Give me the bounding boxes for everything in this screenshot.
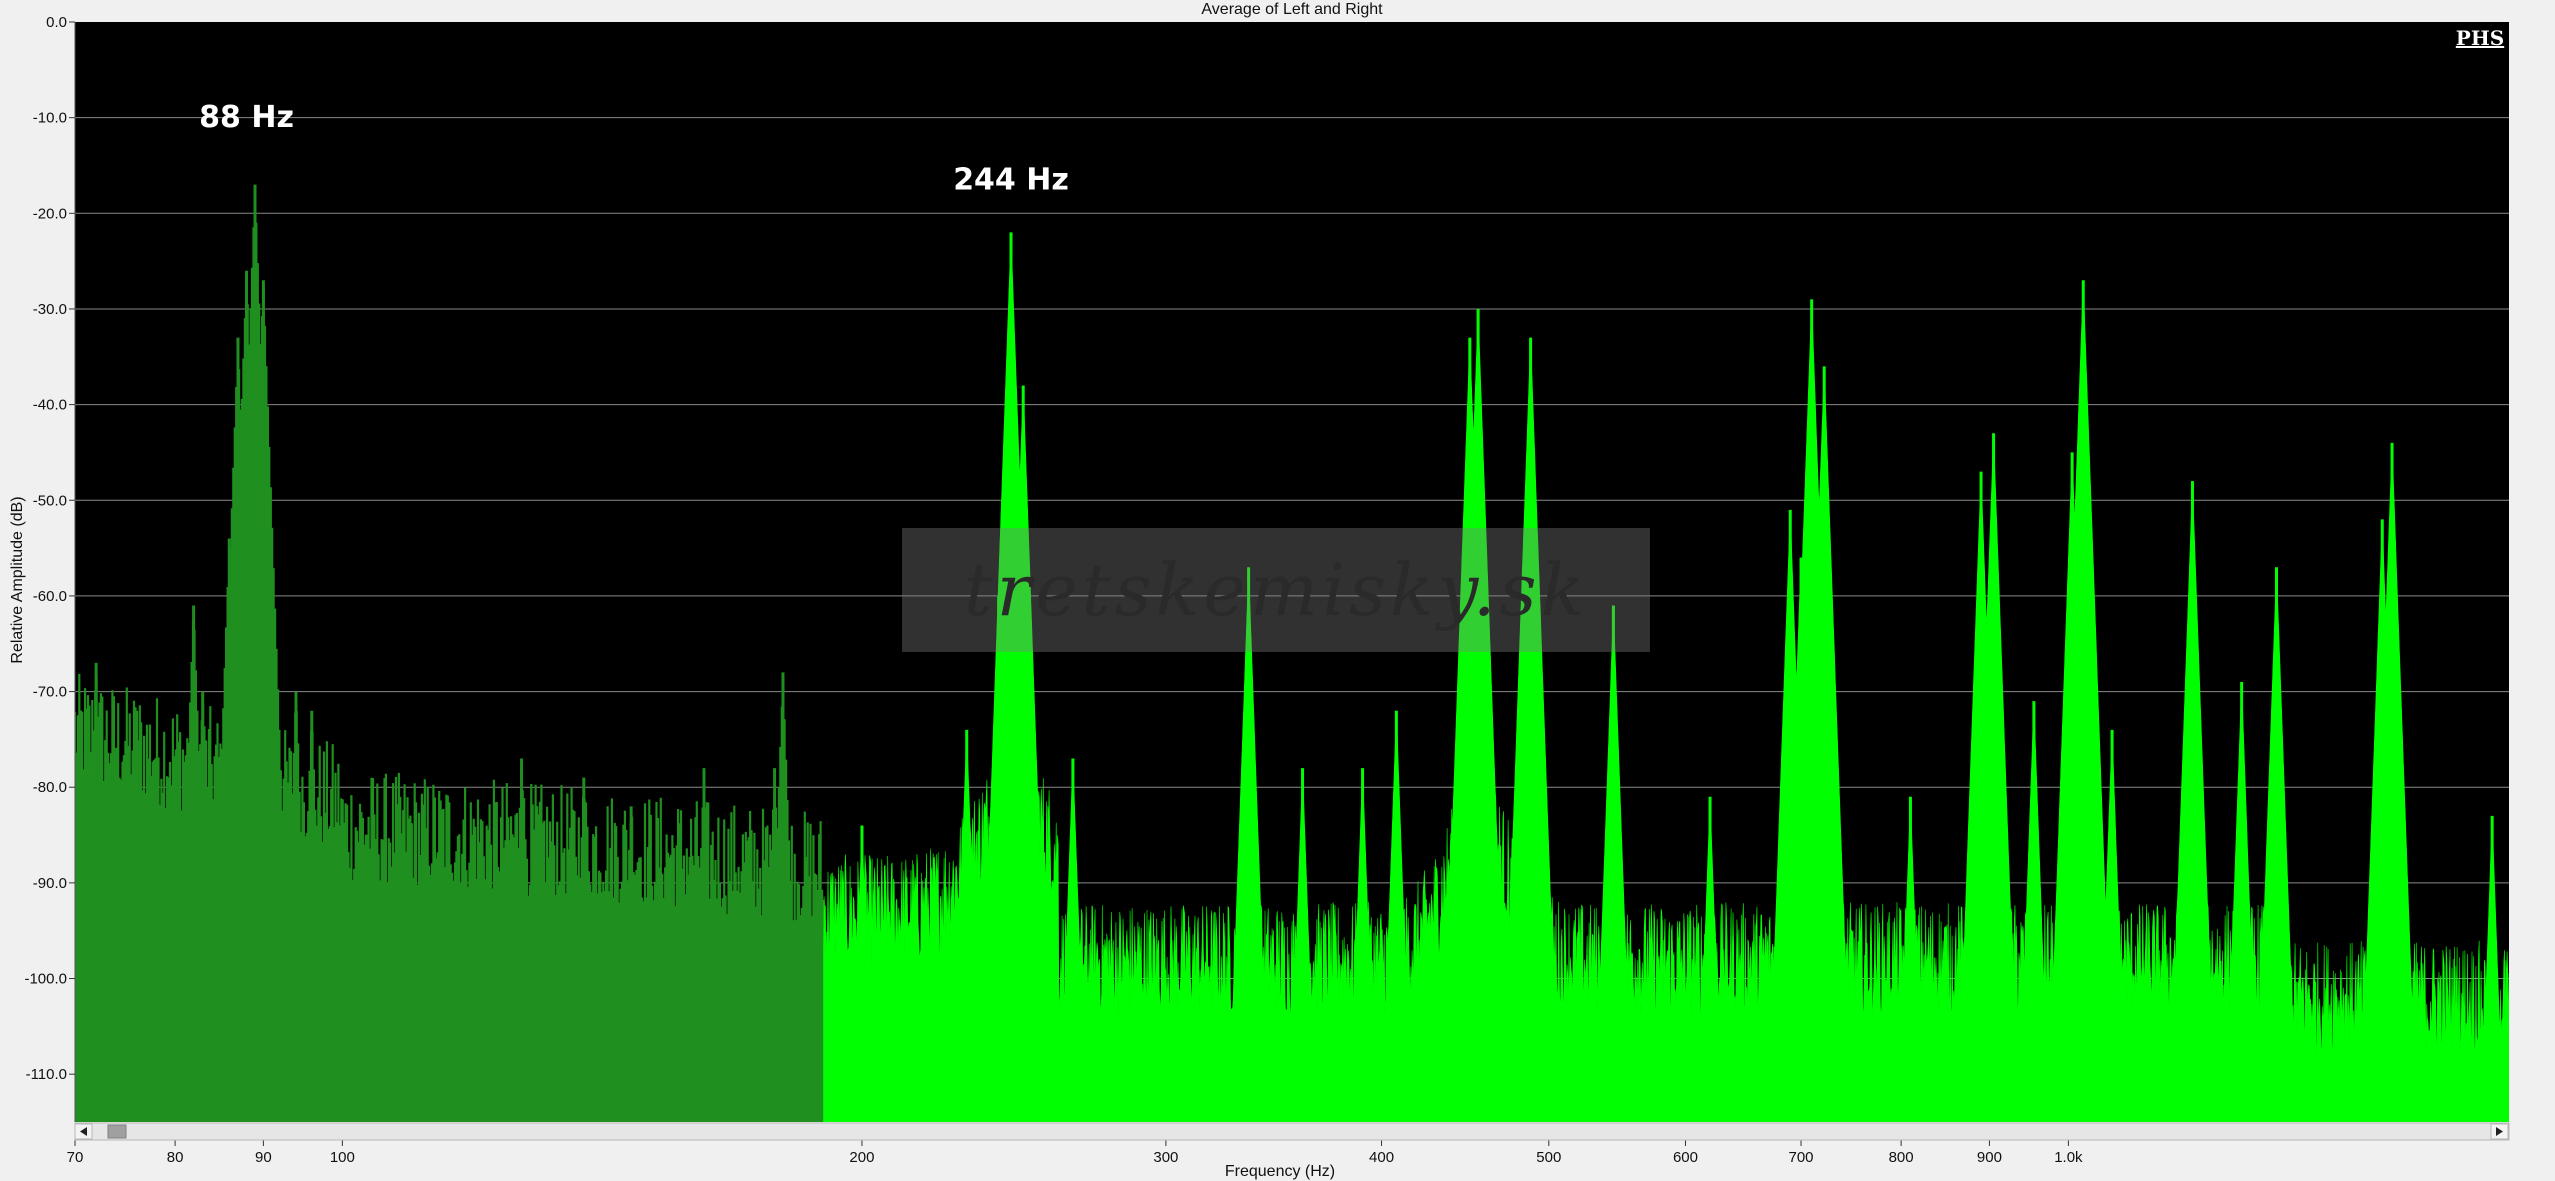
y-axis-title: Relative Amplitude (dB) [9,496,26,663]
horizontal-scrollbar[interactable] [74,1122,2510,1141]
x-tick-label: 1.0k [2054,1149,2083,1166]
y-tick-label: -60.0 [33,588,67,605]
y-tick-label: -20.0 [33,205,67,222]
x-axis-title: Frequency (Hz) [1225,1163,1335,1180]
y-tick-label: -80.0 [33,779,67,796]
y-tick-label: -90.0 [33,875,67,892]
watermark-box: tretskemisky.sk [902,528,1650,652]
x-axis: 70 80 90 100 200 300 400 500 600 700 800 900 1.0k [67,1140,2083,1166]
x-tick-label: 200 [849,1149,874,1166]
y-tick-label: -70.0 [33,684,67,701]
x-tick-label: 70 [67,1149,84,1166]
x-tick-label: 100 [330,1149,355,1166]
y-tick-label: -110.0 [26,1066,67,1083]
x-tick-label: 400 [1369,1149,1394,1166]
x-tick-label: 600 [1673,1149,1698,1166]
x-tick-label: 90 [255,1149,272,1166]
x-tick-label: 900 [1977,1149,2002,1166]
y-tick-label: -10.0 [33,110,67,127]
y-tick-label: -100.0 [24,971,67,988]
scroll-thumb[interactable] [107,1124,127,1139]
y-tick-label: -40.0 [33,397,67,414]
x-tick-label: 700 [1789,1149,1814,1166]
peak-label: 244 Hz [953,162,1069,197]
x-tick-label: 80 [167,1149,184,1166]
y-axis: 0.0 -10.0 -20.0 -30.0 -40.0 -50.0 -60.0 -70.0 -8… [24,14,76,1122]
spectrum-chart: Average of Left and Right tretskemisky.s… [9,1,2510,1180]
peak-label: 88 Hz [199,100,294,135]
chart-title: Average of Left and Right [1201,1,1383,18]
y-tick-label: -30.0 [33,301,67,318]
y-tick-label: 0.0 [46,14,67,31]
x-tick-label: 500 [1536,1149,1561,1166]
x-tick-label: 800 [1889,1149,1914,1166]
y-tick-label: -50.0 [33,492,67,509]
watermark: tretskemisky.sk [964,548,1589,632]
x-tick-label: 300 [1153,1149,1178,1166]
phs-logo: PHS [2456,26,2504,50]
logo-badge: PHS [2456,26,2504,50]
